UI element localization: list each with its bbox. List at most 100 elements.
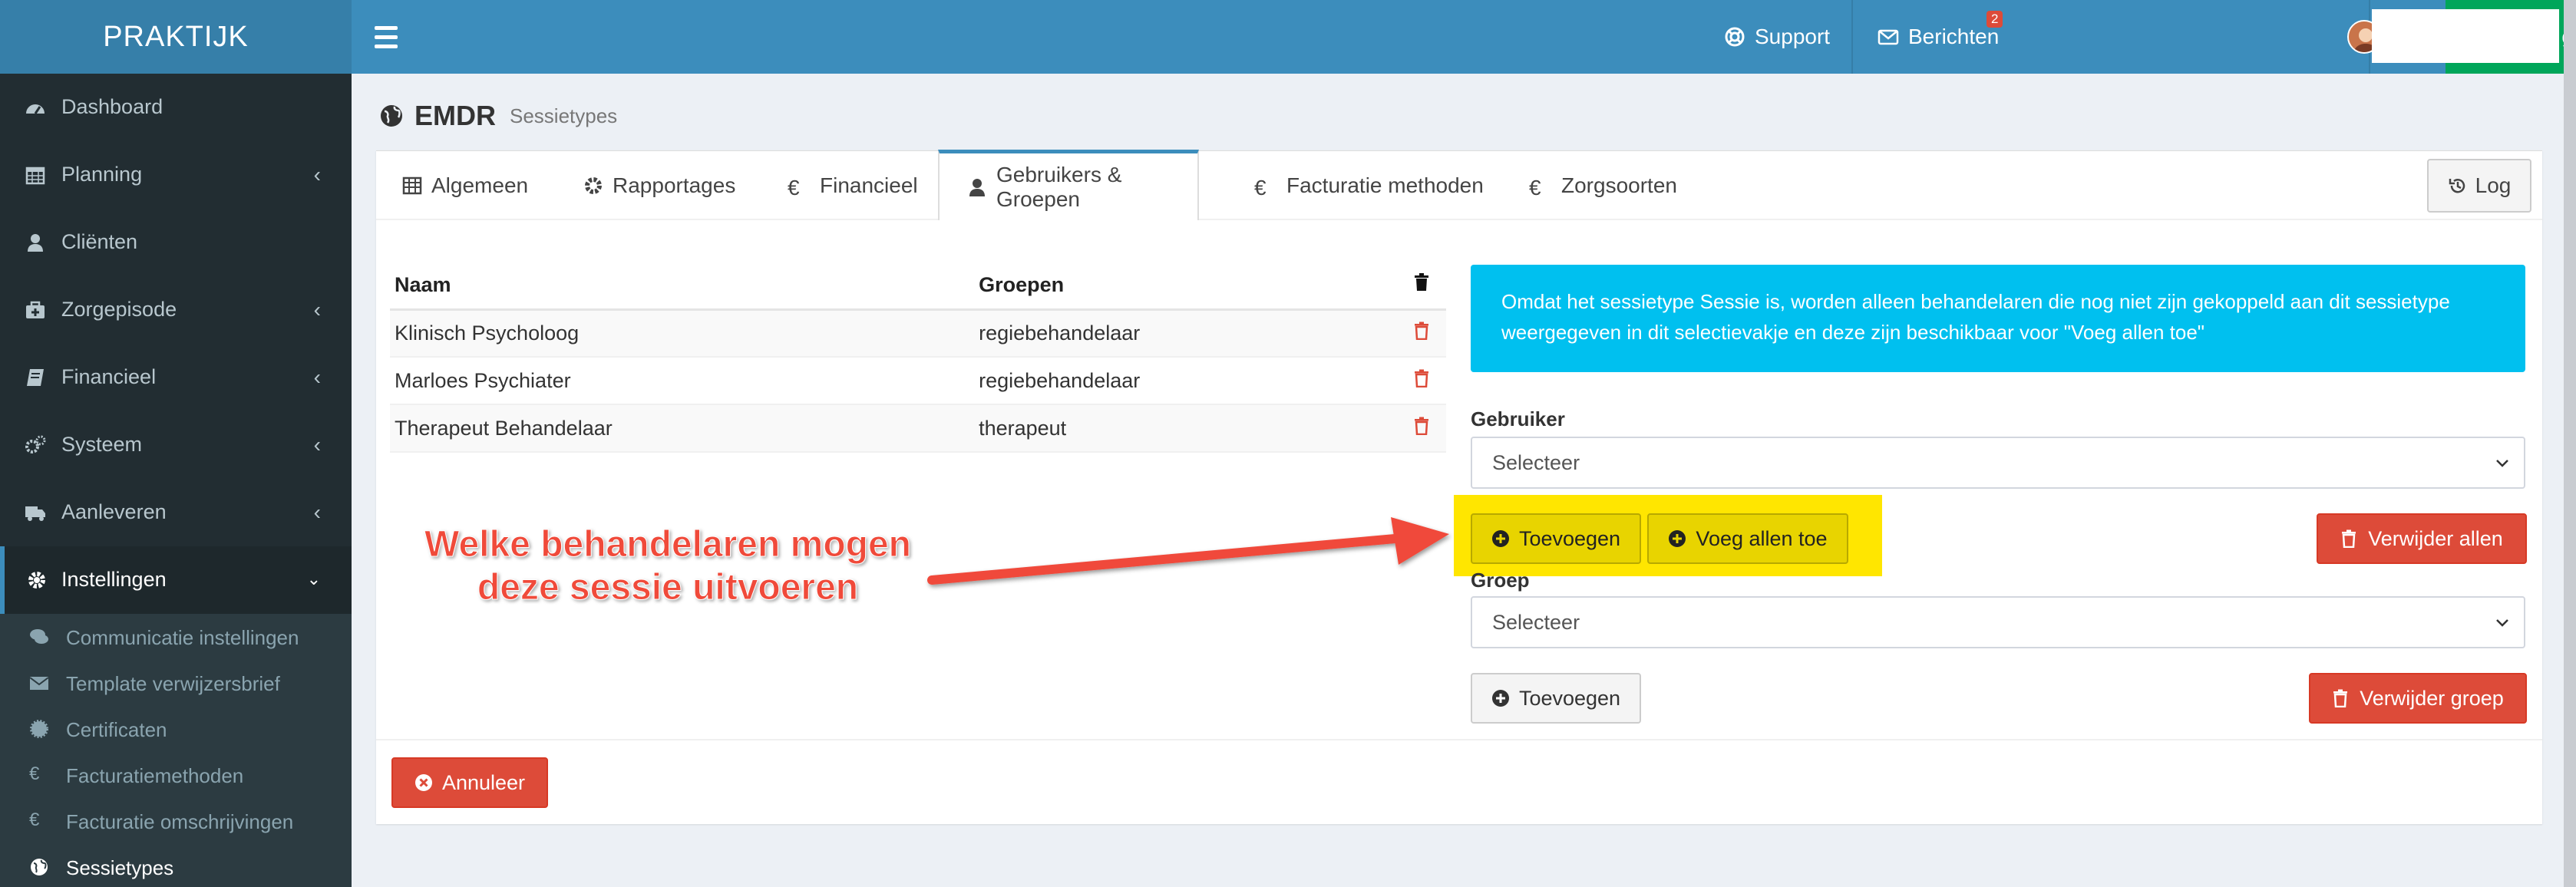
sidebar-item-systeem[interactable]: Systeem ‹ (0, 411, 352, 479)
delete-all-header[interactable] (1392, 262, 1446, 311)
trash-icon[interactable] (1413, 272, 1430, 292)
certificate-icon (29, 719, 49, 739)
table-row: Marloes Psychiater regiebehandelaar (390, 357, 1446, 405)
groep-select-value: Selecteer (1492, 610, 1580, 634)
plus-circle-icon (1668, 529, 1686, 548)
trash-icon (2340, 529, 2359, 548)
toevoegen-groep-button[interactable]: Toevoegen (1471, 673, 1641, 724)
toevoegen-groep-label: Toevoegen (1518, 686, 1621, 710)
chevron-down-icon (2493, 453, 2512, 472)
log-button[interactable]: Log (2427, 159, 2531, 213)
tabs-bar: Algemeen Rapportages € Financieel Gebrui… (376, 150, 2542, 220)
scrollbar[interactable] (2564, 0, 2576, 887)
sidebar-subitem-certificaten[interactable]: Certificaten (0, 706, 352, 752)
sidebar-item-clienten[interactable]: Cliënten (0, 209, 352, 276)
hamburger-menu-icon[interactable] (375, 23, 398, 51)
voeg-allen-toe-label: Voeg allen toe (1696, 526, 1828, 550)
sidebar-subitem-sessietypes[interactable]: Sessietypes (0, 844, 352, 887)
tab-algemeen[interactable]: Algemeen (402, 151, 528, 220)
chevron-left-icon: ‹ (313, 500, 321, 524)
euro-icon: € (1254, 176, 1267, 199)
page-title-text: EMDR (414, 100, 496, 131)
sidebar-item-planning[interactable]: Planning ‹ (0, 141, 352, 209)
column-header-groepen: Groepen (974, 262, 1392, 311)
sidebar-item-aanleveren[interactable]: Aanleveren ‹ (0, 479, 352, 546)
sidebar-subitem-communicatie[interactable]: Communicatie instellingen (0, 614, 352, 660)
sidebar-item-instellingen[interactable]: Instellingen ⌄ (0, 546, 352, 614)
table-row: Klinisch Psycholoog regiebehandelaar (390, 309, 1446, 358)
annotation-text: Welke behandelaren mogen deze sessie uit… (407, 523, 929, 609)
sidebar-item-label: Financieel (61, 365, 157, 388)
comments-icon (29, 627, 49, 647)
cogs-icon (25, 434, 46, 456)
sidebar-item-dashboard[interactable]: Dashboard (0, 74, 352, 141)
chevron-left-icon: ‹ (313, 365, 321, 389)
user-name-box[interactable] (2372, 9, 2559, 63)
verwijder-groep-button[interactable]: Verwijder groep (2309, 673, 2527, 724)
sidebar-subitem-label: Certificaten (66, 718, 167, 741)
trash-icon[interactable] (1413, 321, 1430, 340)
envelope-icon (1878, 26, 1899, 48)
berichten-badge: 2 (1986, 11, 2003, 28)
sidebar-item-label: Instellingen (61, 568, 167, 591)
annuleer-button[interactable]: Annuleer (391, 757, 548, 808)
gebruiker-select-value: Selecteer (1492, 450, 1580, 474)
trash-icon (2332, 689, 2350, 707)
tab-gebruikers-groepen[interactable]: Gebruikers & Groepen (938, 150, 1199, 220)
sidebar-item-label: Dashboard (61, 95, 163, 118)
sidebar-subitem-facturatiemethoden[interactable]: € Facturatiemethoden (0, 752, 352, 798)
voeg-allen-toe-button[interactable]: Voeg allen toe (1647, 513, 1848, 564)
chevron-left-icon: ‹ (313, 298, 321, 321)
main-box: Algemeen Rapportages € Financieel Gebrui… (376, 150, 2542, 824)
sidebar: Dashboard Planning ‹ Cliënten Zorgepisod… (0, 74, 352, 887)
users-table: Naam Groepen Klinisch Psycholoog regiebe… (390, 262, 1446, 453)
table-row: Therapeut Behandelaar therapeut (390, 404, 1446, 453)
gebruiker-label: Gebruiker (1471, 407, 1565, 430)
user-group: therapeut (974, 404, 1392, 453)
berichten-link[interactable]: Berichten (1878, 0, 1999, 74)
sidebar-item-label: Systeem (61, 433, 143, 456)
groep-select[interactable]: Selecteer (1471, 596, 2525, 648)
annotation-arrow (927, 517, 1449, 585)
tab-rapportages[interactable]: Rapportages (583, 151, 735, 220)
divider (376, 739, 2542, 740)
sidebar-item-label: Cliënten (61, 230, 138, 253)
euro-icon: € (1529, 176, 1541, 199)
sidebar-subitem-facturatie-omschrijvingen[interactable]: € Facturatie omschrijvingen (0, 798, 352, 844)
verwijder-allen-button[interactable]: Verwijder allen (2317, 513, 2527, 564)
app-logo[interactable]: PRAKTIJK (0, 0, 352, 74)
gebruiker-select[interactable]: Selecteer (1471, 437, 2525, 489)
book-icon (25, 367, 46, 388)
euro-icon: € (788, 176, 800, 199)
sidebar-item-financieel[interactable]: Financieel ‹ (0, 344, 352, 411)
support-label: Support (1755, 25, 1831, 48)
tab-label: Facturatie methoden (1286, 173, 1484, 197)
table-icon (402, 176, 422, 196)
plus-circle-icon (1491, 529, 1510, 548)
toevoegen-gebruiker-button[interactable]: Toevoegen (1471, 513, 1641, 564)
user-group: regiebehandelaar (974, 357, 1392, 405)
trash-icon[interactable] (1413, 369, 1430, 387)
user-name: Klinisch Psycholoog (390, 309, 975, 358)
sidebar-subitem-label: Template verwijzersbrief (66, 672, 280, 695)
trash-icon[interactable] (1413, 417, 1430, 435)
gear-icon (26, 569, 48, 591)
user-icon (967, 177, 987, 197)
chevron-down-icon: ⌄ (306, 569, 321, 589)
chevron-left-icon: ‹ (313, 163, 321, 186)
gear-icon (583, 176, 603, 196)
life-ring-icon (1724, 26, 1745, 48)
sidebar-item-zorgepisode[interactable]: Zorgepisode ‹ (0, 276, 352, 344)
tab-zorgsoorten[interactable]: € Zorgsoorten (1529, 151, 1677, 220)
tab-facturatie-methoden[interactable]: € Facturatie methoden (1254, 151, 1484, 220)
chevron-down-icon (2493, 613, 2512, 631)
support-link[interactable]: Support (1724, 0, 1830, 74)
page-subtitle: Sessietypes (510, 104, 618, 127)
tab-label: Zorgsoorten (1561, 173, 1677, 197)
history-icon (2448, 176, 2468, 196)
tab-label: Financieel (820, 173, 918, 197)
sidebar-item-label: Planning (61, 163, 143, 186)
sidebar-subitem-template[interactable]: Template verwijzersbrief (0, 660, 352, 706)
tab-financieel[interactable]: € Financieel (788, 151, 918, 220)
user-name: Marloes Psychiater (390, 357, 975, 405)
